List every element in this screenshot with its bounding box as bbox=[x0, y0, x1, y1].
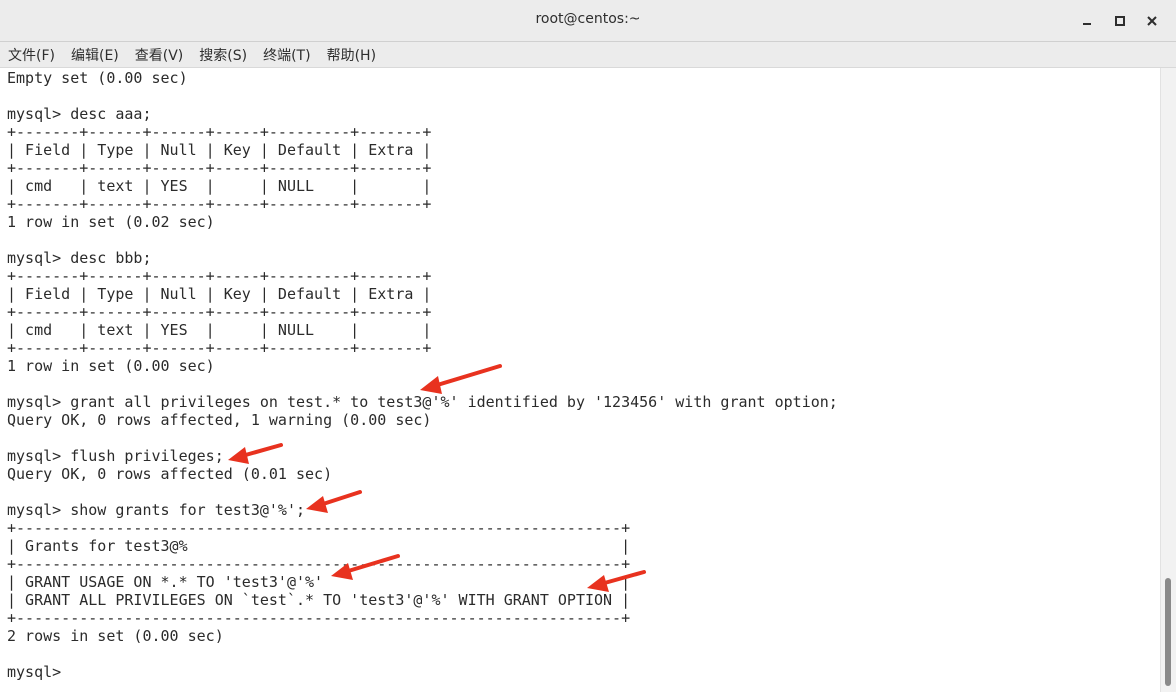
terminal-line: 2 rows in set (0.00 sec) bbox=[7, 627, 224, 645]
menu-view[interactable]: 查看(V) bbox=[135, 45, 184, 65]
menu-bar: 文件(F) 编辑(E) 查看(V) 搜索(S) 终端(T) 帮助(H) bbox=[0, 42, 1176, 68]
vertical-scrollbar[interactable] bbox=[1160, 68, 1176, 692]
terminal-line: +-------+------+------+-----+---------+-… bbox=[7, 267, 432, 285]
terminal-output[interactable]: Empty set (0.00 sec) mysql> desc aaa; +---… bbox=[0, 68, 1160, 692]
menu-edit[interactable]: 编辑(E) bbox=[71, 45, 119, 65]
terminal-line: +---------------------------------------… bbox=[7, 555, 631, 573]
terminal-line: Query OK, 0 rows affected, 1 warning (0.… bbox=[7, 411, 432, 429]
terminal-window: root@centos:~ 文件(F) 编辑(E) 查看(V) 搜索(S) 终端… bbox=[0, 0, 1176, 692]
terminal-line: | Field | Type | Null | Key | Default | … bbox=[7, 285, 432, 303]
terminal-line: mysql> desc bbb; bbox=[7, 249, 152, 267]
terminal-line: Empty set (0.00 sec) bbox=[7, 69, 188, 87]
menu-help[interactable]: 帮助(H) bbox=[327, 45, 376, 65]
terminal-line: +-------+------+------+-----+---------+-… bbox=[7, 123, 432, 141]
menu-search[interactable]: 搜索(S) bbox=[199, 45, 247, 65]
terminal-line: mysql> desc aaa; bbox=[7, 105, 152, 123]
terminal-line: | cmd | text | YES | | NULL | | bbox=[7, 321, 432, 339]
terminal-line: +-------+------+------+-----+---------+-… bbox=[7, 159, 432, 177]
terminal-lines: Empty set (0.00 sec) mysql> desc aaa; +---… bbox=[7, 69, 838, 681]
minimize-button[interactable] bbox=[1078, 12, 1096, 30]
terminal-line: +-------+------+------+-----+---------+-… bbox=[7, 339, 432, 357]
menu-terminal[interactable]: 终端(T) bbox=[263, 45, 310, 65]
terminal-line: | Grants for test3@% | bbox=[7, 537, 631, 555]
title-bar[interactable]: root@centos:~ bbox=[0, 0, 1176, 42]
maximize-button[interactable] bbox=[1111, 12, 1129, 30]
terminal-line: | GRANT USAGE ON *.* TO 'test3'@'%' | bbox=[7, 573, 631, 591]
close-icon bbox=[1147, 16, 1157, 26]
terminal-line: +-------+------+------+-----+---------+-… bbox=[7, 303, 432, 321]
minimize-icon bbox=[1083, 23, 1091, 25]
terminal-line: +-------+------+------+-----+---------+-… bbox=[7, 195, 432, 213]
terminal-line: mysql> flush privileges; bbox=[7, 447, 224, 465]
terminal-line: | Field | Type | Null | Key | Default | … bbox=[7, 141, 432, 159]
terminal-line: mysql> bbox=[7, 663, 71, 681]
terminal-line: mysql> show grants for test3@'%'; bbox=[7, 501, 306, 519]
close-button[interactable] bbox=[1143, 12, 1161, 30]
terminal-line: | cmd | text | YES | | NULL | | bbox=[7, 177, 432, 195]
terminal-line: Query OK, 0 rows affected (0.01 sec) bbox=[7, 465, 333, 483]
terminal-line: +---------------------------------------… bbox=[7, 609, 631, 627]
terminal-line: | GRANT ALL PRIVILEGES ON `test`.* TO 't… bbox=[7, 591, 631, 609]
maximize-icon bbox=[1115, 16, 1125, 26]
terminal-line: +---------------------------------------… bbox=[7, 519, 631, 537]
terminal-line: 1 row in set (0.00 sec) bbox=[7, 357, 215, 375]
menu-file[interactable]: 文件(F) bbox=[8, 45, 55, 65]
scrollbar-thumb[interactable] bbox=[1165, 578, 1171, 686]
terminal-line: mysql> grant all privileges on test.* to… bbox=[7, 393, 838, 411]
terminal-line: 1 row in set (0.02 sec) bbox=[7, 213, 215, 231]
window-title: root@centos:~ bbox=[535, 11, 641, 27]
